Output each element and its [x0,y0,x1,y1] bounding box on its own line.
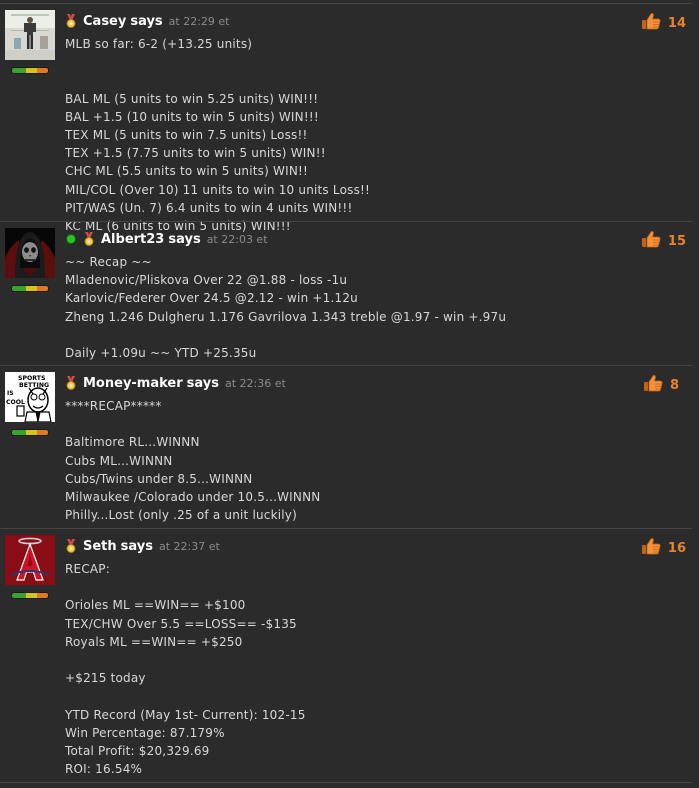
comment-header: Money-maker says at 22:36 et [65,372,286,394]
reputation-bar [11,429,49,436]
comment-line: BAL ML (5 units to win 5.25 units) WIN!!… [65,91,319,106]
comment-line: CHC ML (5.5 units to win 5 units) WIN!! [65,164,309,179]
timestamp: at 22:36 et [224,376,286,390]
comment-line: ~~ Recap ~~ [65,255,152,269]
user-avatar[interactable]: SPORTS BETTING IS COOL [5,372,55,422]
comment-line [65,687,682,705]
comment-post: SPORTS BETTING IS COOL Money-maker says … [0,365,692,529]
thumbs-up-icon[interactable] [643,374,663,396]
comment-line: RECAP: [65,562,110,576]
comment-line: +$215 today [65,671,146,686]
like-count: 15 [667,233,686,249]
like-count: 16 [667,540,686,556]
timestamp: at 22:03 et [206,232,268,246]
timestamp: at 22:29 et [168,14,230,28]
comment-line [65,71,682,89]
comment-header: Albert23 says at 22:03 et [65,228,268,250]
comment-line: ****RECAP***** [65,399,162,413]
comment-post: Albert23 says at 22:03 et 15 ~~ Recap ~~… [0,221,692,366]
comment-line: TEX ML (5 units to win 7.5 units) Loss!! [65,127,308,142]
comment-post: Casey says at 22:29 et 14 MLB so far: 6-… [0,3,692,233]
rank-badge-icon [66,14,76,28]
says-label: says [168,231,201,247]
comment-header: Casey says at 22:29 et [65,10,230,32]
comment-line: Milwaukee /Colorado under 10.5...WINNN [65,490,321,504]
comment-body: ****RECAP***** Baltimore RL...WINNN Cubs M… [65,397,682,524]
comment-line: Daily +1.09u ~~ YTD +25.35u [65,346,257,360]
comment-line: MIL/COL (Over 10) 11 units to win 10 uni… [65,182,371,197]
comment-body: ~~ Recap ~~ Mladenovic/Pliskova Over 22 @… [65,253,682,362]
comment-line: BAL +1.5 (10 units to win 5 units) WIN!!… [65,109,319,124]
author-name[interactable]: Casey [83,14,126,29]
comment-line: Cubs ML...WINNN [65,453,173,468]
author-name[interactable]: Money-maker [83,376,183,391]
comment-line: PIT/WAS (Un. 7) 6.4 units to win 4 units… [65,200,353,215]
says-label: says [186,375,219,391]
online-status-icon [66,234,76,244]
comment-line: Philly...Lost (only .25 of a unit luckil… [65,508,297,523]
comment-line: Baltimore RL...WINNN [65,435,200,450]
comment-line: Royals ML ==WIN== +$250 [65,634,243,649]
like-control[interactable]: 8 [643,374,686,396]
user-avatar[interactable] [5,10,55,60]
comment-line [65,326,682,344]
comment-body: RECAP: Orioles ML ==WIN== +$100 TEX/CHW Ov… [65,560,682,778]
comment-line: YTD Record (May 1st- Current): 102-15 [65,707,306,722]
comment-line: MLB so far: 6-2 (+13.25 units) [65,37,253,51]
comment-line: Karlovic/Federer Over 24.5 @2.12 - win +… [65,291,358,306]
rank-badge-icon [66,376,76,390]
comment-line: TEX +1.5 (7.75 units to win 5 units) WIN… [65,146,326,161]
like-control[interactable]: 15 [641,230,686,252]
timestamp: at 22:37 et [158,539,220,553]
thumbs-up-icon[interactable] [641,230,661,252]
reputation-bar [11,67,49,74]
comment-line [65,651,682,669]
comment-body: MLB so far: 6-2 (+13.25 units) BAL ML (5 … [65,35,682,235]
comment-line [65,578,682,596]
like-control[interactable]: 14 [641,12,686,34]
author-name[interactable]: Seth [83,539,117,554]
comment-feed: Casey says at 22:29 et 14 MLB so far: 6-… [0,0,699,788]
rank-badge-icon [66,539,76,553]
user-avatar[interactable] [5,535,55,585]
comment-line: TEX/CHW Over 5.5 ==LOSS== -$135 [65,616,297,631]
comment-line: Zheng 1.246 Dulgheru 1.176 Gavrilova 1.3… [65,309,507,324]
like-count: 8 [670,377,680,393]
comment-line [65,415,682,433]
reputation-bar [11,285,49,292]
comment-line: Orioles ML ==WIN== +$100 [65,598,246,613]
comment-line: Total Profit: $20,329.69 [65,743,210,758]
reputation-bar [11,592,49,599]
rank-badge-icon [84,232,94,246]
thumbs-up-icon[interactable] [641,12,661,34]
says-label: says [120,538,153,554]
like-control[interactable]: 16 [641,537,686,559]
avatar-text-1: SPORTS [18,375,45,382]
like-count: 14 [667,15,686,31]
comment-line: ROI: 16.54% [65,762,143,777]
user-avatar[interactable] [5,228,55,278]
comment-line: Cubs/Twins under 8.5...WINNN [65,471,253,486]
avatar-text-3: IS [7,390,14,397]
comment-line: Win Percentage: 87.179% [65,725,225,740]
comment-header: Seth says at 22:37 et [65,535,220,557]
avatar-text-4: COOL [6,399,25,406]
thumbs-up-icon[interactable] [641,537,661,559]
comment-line [65,53,682,71]
avatar-text-2: BETTING [19,382,49,389]
says-label: says [130,13,163,29]
comment-line: Mladenovic/Pliskova Over 22 @1.88 - loss… [65,273,348,288]
author-name[interactable]: Albert23 [101,232,164,247]
comment-post: Seth says at 22:37 et 16 RECAP: Orioles M… [0,528,692,783]
